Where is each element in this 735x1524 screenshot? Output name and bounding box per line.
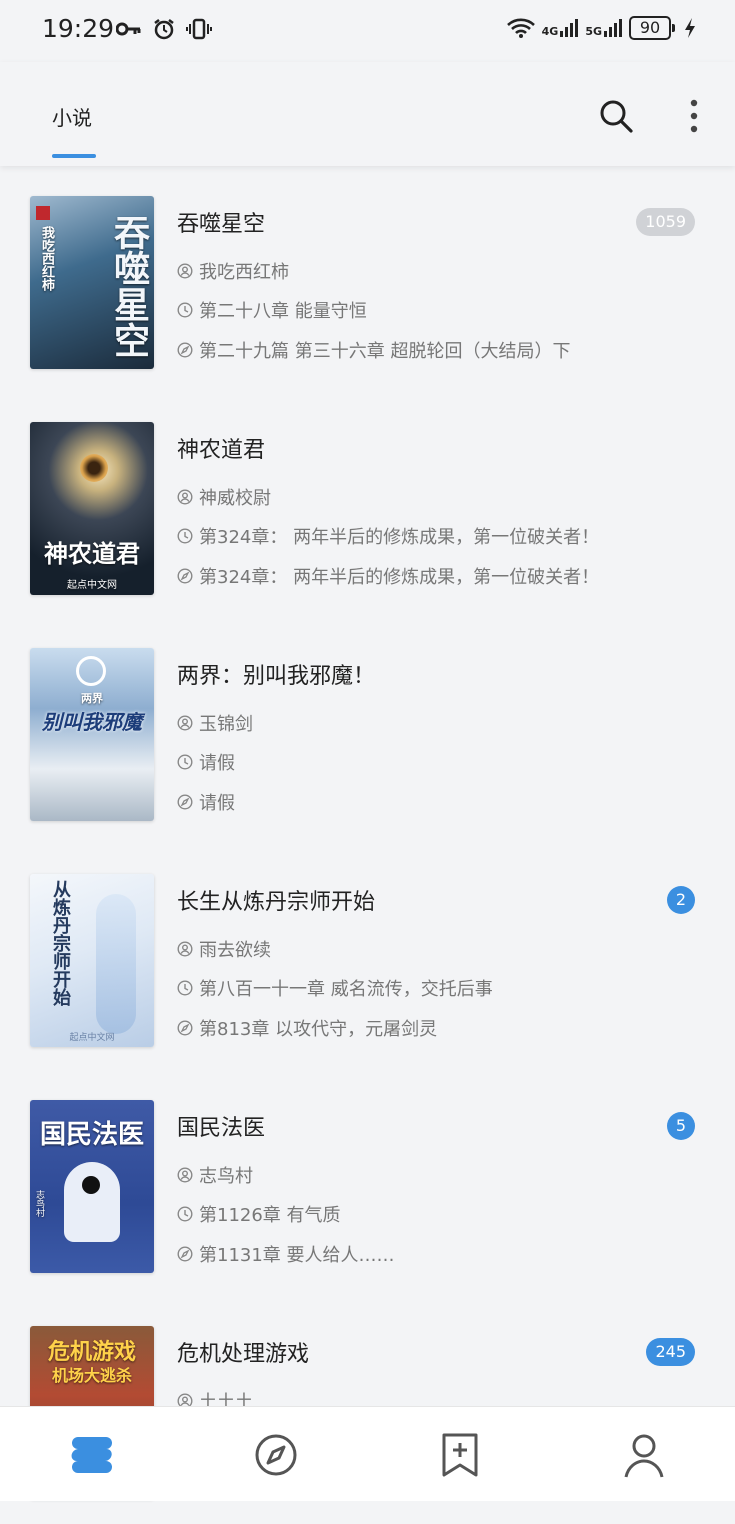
wifi-icon [506,18,535,38]
search-button[interactable] [596,96,636,136]
author-icon [177,941,193,957]
book-cover: 国民法医 志鸟村 [30,1100,154,1273]
nav-profile[interactable] [620,1431,668,1479]
compass-icon [177,1246,193,1262]
read-progress: 第324章： 两年半后的修炼成果，第一位破关者！ [199,567,600,588]
bookshelf-icon [71,1437,112,1473]
battery-icon: 90 [629,16,675,40]
update-count-badge: 2 [666,886,695,914]
compass-icon [177,568,193,584]
book-title: 国民法医 [177,1116,266,1141]
read-progress: 第813章 以攻代守，元屠剑灵 [199,1019,438,1040]
network-type-1: 4G [541,25,559,38]
book-title: 危机处理游戏 [177,1342,310,1367]
tab-novel[interactable]: 小说 [52,102,92,131]
clock-icon [177,754,193,770]
book-author: 雨去欲续 [199,940,271,961]
list-item[interactable]: 两界 别叫我邪魔 两界：别叫我邪魔！ 玉锦剑 请假 请假 [0,620,735,846]
latest-chapter: 第二十八章 能量守恒 [199,301,367,322]
explore-icon [255,1434,297,1476]
update-count-badge: 1059 [636,208,695,236]
book-cover: 两界 别叫我邪魔 [30,648,154,821]
bookmark-add-icon [442,1433,478,1477]
key-icon [116,22,141,36]
cover-subtitle: 机场大逃杀 [51,1366,132,1385]
author-icon [177,1167,193,1183]
status-bar: 19:29 4G 5G 90 [0,0,735,62]
vibrate-icon [186,18,212,40]
book-cover: 从炼丹宗师开始 起点中文网 [30,874,154,1047]
clock-icon [177,1206,193,1222]
read-progress: 请假 [199,793,235,814]
more-icon [690,99,698,133]
compass-icon [177,794,193,810]
latest-chapter: 请假 [199,753,235,774]
cover-publisher: 起点中文网 [67,580,117,591]
book-list: 吞噬星空 我吃西红柿 吞噬星空 1059 我吃西红柿 第二十八章 能量守恒 第二… [0,168,735,1524]
tab-indicator [52,154,96,158]
more-button[interactable] [680,96,708,136]
cover-title: 吞噬星空 [108,214,150,358]
book-author: 玉锦剑 [199,714,253,735]
compass-icon [177,342,193,358]
book-title: 长生从炼丹宗师开始 [177,890,376,915]
book-author: 神威校尉 [199,488,271,509]
search-icon [600,100,633,133]
nav-bookshelf[interactable] [68,1431,116,1479]
nav-bookmark[interactable] [436,1431,484,1479]
bottom-navigation [0,1406,735,1501]
cover-badge: 两界 [81,692,103,705]
cover-author: 志鸟村 [34,1190,44,1217]
clock-icon [177,302,193,318]
book-author: 志鸟村 [199,1166,253,1187]
list-item[interactable]: 从炼丹宗师开始 起点中文网 长生从炼丹宗师开始 2 雨去欲续 第八百一十一章 威… [0,846,735,1072]
cover-author: 我吃西红柿 [39,226,54,291]
read-progress: 第二十九篇 第三十六章 超脱轮回（大结局）下 [199,341,571,362]
nav-explore[interactable] [252,1431,300,1479]
book-cover: 神农道君 起点中文网 [30,422,154,595]
book-title: 两界：别叫我邪魔！ [177,664,376,689]
profile-icon [624,1434,664,1478]
cover-publisher: 起点中文网 [69,1033,115,1043]
signal-icon [604,19,622,37]
cover-title: 国民法医 [39,1120,144,1150]
author-icon [177,715,193,731]
book-author: 我吃西红柿 [199,262,289,283]
alarm-icon [154,19,174,40]
cover-title: 别叫我邪魔 [42,710,142,734]
network-type-2: 5G [585,25,602,38]
book-cover: 吞噬星空 我吃西红柿 [30,196,154,369]
clock-icon [177,528,193,544]
latest-chapter: 第1126章 有气质 [199,1205,341,1226]
status-time: 19:29 [42,14,115,43]
author-icon [177,263,193,279]
list-item[interactable]: 神农道君 起点中文网 神农道君 神威校尉 第324章： 两年半后的修炼成果，第一… [0,394,735,620]
latest-chapter: 第八百一十一章 威名流传，交托后事 [199,979,493,1000]
list-item[interactable]: 吞噬星空 我吃西红柿 吞噬星空 1059 我吃西红柿 第二十八章 能量守恒 第二… [0,168,735,394]
book-title: 吞噬星空 [177,212,266,237]
charging-icon [685,18,695,38]
cover-title: 神农道君 [44,540,140,568]
latest-chapter: 第324章： 两年半后的修炼成果，第一位破关者！ [199,527,600,548]
author-icon [177,489,193,505]
book-title: 神农道君 [177,438,266,463]
compass-icon [177,1020,193,1036]
list-item[interactable]: 国民法医 志鸟村 国民法医 5 志鸟村 第1126章 有气质 第1131章 要人… [0,1072,735,1298]
cover-title: 从炼丹宗师开始 [50,880,71,1006]
app-bar: 小说 [0,62,735,166]
update-count-badge: 245 [646,1338,695,1366]
signal-icon [560,19,579,37]
read-progress: 第1131章 要人给人…… [199,1245,395,1266]
clock-icon [177,980,193,996]
update-count-badge: 5 [666,1112,695,1140]
